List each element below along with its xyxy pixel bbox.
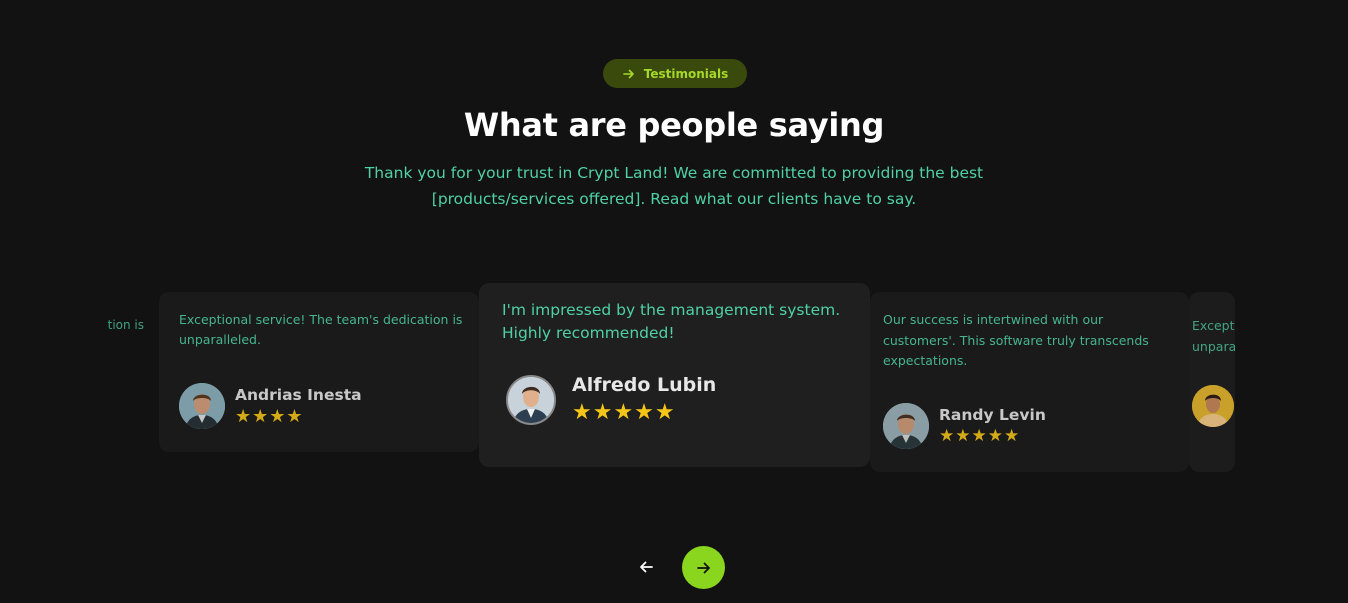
testimonial-author: Randy Levin ★★★★★	[883, 403, 1046, 449]
avatar	[883, 403, 929, 449]
badge-label: Testimonials	[643, 66, 729, 81]
section-badge: Testimonials	[603, 59, 747, 88]
testimonial-card: Exceptional service! The team's dedicati…	[159, 292, 479, 452]
testimonial-card-active: I'm impressed by the management system. …	[479, 283, 870, 467]
section-heading: What are people saying	[463, 106, 885, 144]
author-name: Randy Levin	[939, 406, 1046, 424]
testimonial-quote: Excepti unparall	[1192, 316, 1235, 357]
avatar	[506, 374, 556, 425]
avatar	[179, 383, 225, 429]
testimonial-author: Alfredo Lubin ★★★★★	[506, 374, 716, 425]
testimonial-author: Andrias Inesta ★★★★	[179, 383, 362, 429]
subtitle-line: [products/services offered]. Read what o…	[431, 190, 917, 208]
testimonial-carousel: tion is Exceptional service! The team's …	[0, 280, 1348, 480]
testimonial-card-partial: Excepti unparall	[1189, 292, 1235, 472]
next-button[interactable]	[682, 546, 725, 589]
testimonial-quote: Exceptional service! The team's dedicati…	[179, 312, 463, 347]
quote-line: unparall	[1192, 338, 1235, 354]
author-name: Andrias Inesta	[235, 385, 362, 404]
arrow-right-icon	[622, 69, 634, 78]
subtitle-line: Thank you for your trust in Crypt Land! …	[364, 164, 984, 182]
avatar	[1192, 385, 1234, 427]
star-rating: ★★★★★	[572, 400, 676, 425]
star-rating: ★★★★	[235, 405, 304, 427]
arrow-right-icon	[696, 562, 710, 573]
section-subtitle: Thank you for your trust in Crypt Land! …	[364, 160, 984, 212]
author-name: Alfredo Lubin	[572, 374, 717, 396]
testimonial-card-partial: tion is	[40, 292, 144, 452]
testimonial-card: Our success is intertwined with our cust…	[870, 292, 1189, 472]
prev-button[interactable]	[630, 551, 662, 583]
testimonial-quote: Our success is intertwined with our cust…	[883, 312, 1149, 368]
arrow-left-icon	[640, 561, 653, 573]
star-rating: ★★★★★	[939, 426, 1021, 446]
testimonial-quote: tion is	[107, 318, 144, 332]
testimonial-quote: I'm impressed by the management system. …	[502, 301, 841, 342]
quote-line: Excepti	[1192, 318, 1235, 333]
